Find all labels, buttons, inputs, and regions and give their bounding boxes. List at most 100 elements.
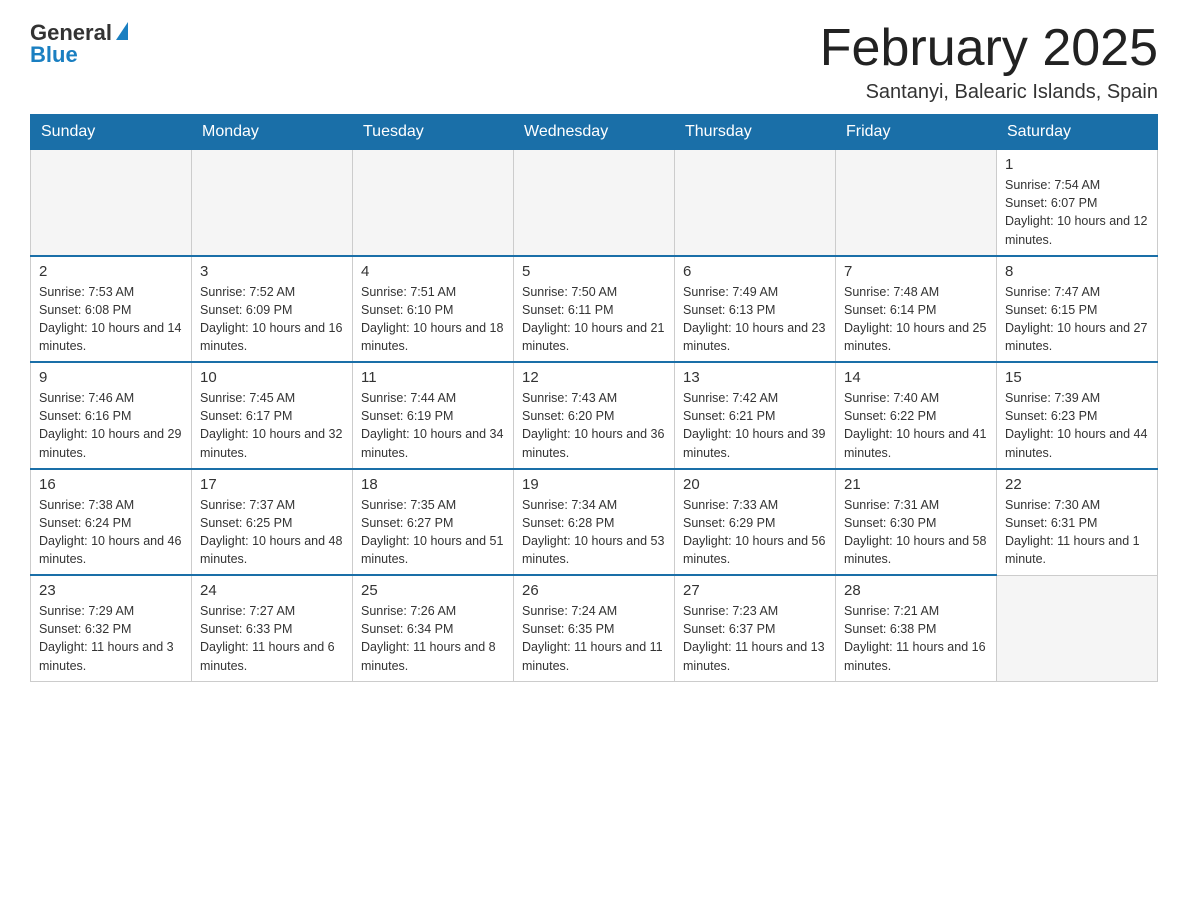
calendar-cell: 24 Sunrise: 7:27 AMSunset: 6:33 PMDayligh…	[192, 575, 353, 681]
day-info: Sunrise: 7:52 AMSunset: 6:09 PMDaylight:…	[200, 283, 344, 356]
day-number: 28	[844, 582, 988, 599]
day-number: 13	[683, 369, 827, 386]
calendar-cell: 3 Sunrise: 7:52 AMSunset: 6:09 PMDaylight…	[192, 256, 353, 363]
day-number: 11	[361, 369, 505, 386]
day-info: Sunrise: 7:50 AMSunset: 6:11 PMDaylight:…	[522, 283, 666, 356]
calendar-cell: 11 Sunrise: 7:44 AMSunset: 6:19 PMDayligh…	[353, 362, 514, 469]
calendar-cell: 14 Sunrise: 7:40 AMSunset: 6:22 PMDayligh…	[836, 362, 997, 469]
day-info: Sunrise: 7:35 AMSunset: 6:27 PMDaylight:…	[361, 496, 505, 569]
day-info: Sunrise: 7:26 AMSunset: 6:34 PMDaylight:…	[361, 602, 505, 675]
calendar-cell: 17Sunrise: 7:37 AMSunset: 6:25 PMDayligh…	[192, 469, 353, 576]
calendar-cell: 13 Sunrise: 7:42 AMSunset: 6:21 PMDayligh…	[675, 362, 836, 469]
calendar-header-tuesday: Tuesday	[353, 115, 514, 150]
calendar-cell: 1Sunrise: 7:54 AMSunset: 6:07 PMDaylight…	[997, 150, 1158, 256]
day-info: Sunrise: 7:47 AMSunset: 6:15 PMDaylight:…	[1005, 283, 1149, 356]
day-number: 5	[522, 263, 666, 280]
day-info: Sunrise: 7:30 AMSunset: 6:31 PMDaylight:…	[1005, 496, 1149, 569]
logo-arrow-icon	[116, 22, 128, 40]
calendar-cell: 5 Sunrise: 7:50 AMSunset: 6:11 PMDaylight…	[514, 256, 675, 363]
location-subtitle: Santanyi, Balearic Islands, Spain	[820, 81, 1158, 104]
day-info: Sunrise: 7:40 AMSunset: 6:22 PMDaylight:…	[844, 389, 988, 462]
calendar-table: SundayMondayTuesdayWednesdayThursdayFrid…	[30, 114, 1158, 682]
day-info: Sunrise: 7:51 AMSunset: 6:10 PMDaylight:…	[361, 283, 505, 356]
day-number: 21	[844, 476, 988, 493]
day-info: Sunrise: 7:23 AMSunset: 6:37 PMDaylight:…	[683, 602, 827, 675]
day-info: Sunrise: 7:38 AMSunset: 6:24 PMDaylight:…	[39, 496, 183, 569]
day-number: 2	[39, 263, 183, 280]
calendar-cell: 27Sunrise: 7:23 AMSunset: 6:37 PMDayligh…	[675, 575, 836, 681]
calendar-cell	[192, 150, 353, 256]
calendar-cell	[514, 150, 675, 256]
day-number: 7	[844, 263, 988, 280]
day-number: 12	[522, 369, 666, 386]
day-info: Sunrise: 7:39 AMSunset: 6:23 PMDaylight:…	[1005, 389, 1149, 462]
day-info: Sunrise: 7:31 AMSunset: 6:30 PMDaylight:…	[844, 496, 988, 569]
day-info: Sunrise: 7:21 AMSunset: 6:38 PMDaylight:…	[844, 602, 988, 675]
calendar-week-row: 1Sunrise: 7:54 AMSunset: 6:07 PMDaylight…	[31, 150, 1158, 256]
calendar-cell: 9 Sunrise: 7:46 AMSunset: 6:16 PMDaylight…	[31, 362, 192, 469]
calendar-cell: 8 Sunrise: 7:47 AMSunset: 6:15 PMDaylight…	[997, 256, 1158, 363]
page-header: General Blue February 2025 Santanyi, Bal…	[30, 20, 1158, 104]
day-info: Sunrise: 7:49 AMSunset: 6:13 PMDaylight:…	[683, 283, 827, 356]
day-info: Sunrise: 7:24 AMSunset: 6:35 PMDaylight:…	[522, 602, 666, 675]
logo-text-blue: Blue	[30, 42, 78, 68]
calendar-cell: 21 Sunrise: 7:31 AMSunset: 6:30 PMDayligh…	[836, 469, 997, 576]
day-number: 24	[200, 582, 344, 599]
calendar-cell: 16 Sunrise: 7:38 AMSunset: 6:24 PMDayligh…	[31, 469, 192, 576]
calendar-cell: 6 Sunrise: 7:49 AMSunset: 6:13 PMDaylight…	[675, 256, 836, 363]
day-number: 9	[39, 369, 183, 386]
calendar-cell: 22 Sunrise: 7:30 AMSunset: 6:31 PMDayligh…	[997, 469, 1158, 576]
calendar-cell: 26 Sunrise: 7:24 AMSunset: 6:35 PMDayligh…	[514, 575, 675, 681]
day-info: Sunrise: 7:48 AMSunset: 6:14 PMDaylight:…	[844, 283, 988, 356]
calendar-cell: 18Sunrise: 7:35 AMSunset: 6:27 PMDayligh…	[353, 469, 514, 576]
day-info: Sunrise: 7:29 AMSunset: 6:32 PMDaylight:…	[39, 602, 183, 675]
calendar-cell	[31, 150, 192, 256]
day-number: 15	[1005, 369, 1149, 386]
day-number: 26	[522, 582, 666, 599]
calendar-cell: 15 Sunrise: 7:39 AMSunset: 6:23 PMDayligh…	[997, 362, 1158, 469]
day-info: Sunrise: 7:34 AMSunset: 6:28 PMDaylight:…	[522, 496, 666, 569]
day-number: 3	[200, 263, 344, 280]
month-title: February 2025	[820, 20, 1158, 77]
calendar-cell: 25 Sunrise: 7:26 AMSunset: 6:34 PMDayligh…	[353, 575, 514, 681]
logo: General Blue	[30, 20, 128, 68]
day-number: 8	[1005, 263, 1149, 280]
day-number: 25	[361, 582, 505, 599]
calendar-header-saturday: Saturday	[997, 115, 1158, 150]
day-info: Sunrise: 7:27 AMSunset: 6:33 PMDaylight:…	[200, 602, 344, 675]
calendar-cell: 20Sunrise: 7:33 AMSunset: 6:29 PMDayligh…	[675, 469, 836, 576]
calendar-week-row: 2 Sunrise: 7:53 AMSunset: 6:08 PMDaylight…	[31, 256, 1158, 363]
calendar-cell	[836, 150, 997, 256]
day-info: Sunrise: 7:44 AMSunset: 6:19 PMDaylight:…	[361, 389, 505, 462]
title-area: February 2025 Santanyi, Balearic Islands…	[820, 20, 1158, 104]
calendar-cell: 23Sunrise: 7:29 AMSunset: 6:32 PMDayligh…	[31, 575, 192, 681]
calendar-week-row: 23Sunrise: 7:29 AMSunset: 6:32 PMDayligh…	[31, 575, 1158, 681]
day-info: Sunrise: 7:46 AMSunset: 6:16 PMDaylight:…	[39, 389, 183, 462]
day-info: Sunrise: 7:45 AMSunset: 6:17 PMDaylight:…	[200, 389, 344, 462]
day-number: 14	[844, 369, 988, 386]
day-info: Sunrise: 7:43 AMSunset: 6:20 PMDaylight:…	[522, 389, 666, 462]
calendar-cell: 19 Sunrise: 7:34 AMSunset: 6:28 PMDayligh…	[514, 469, 675, 576]
day-info: Sunrise: 7:42 AMSunset: 6:21 PMDaylight:…	[683, 389, 827, 462]
day-number: 4	[361, 263, 505, 280]
day-info: Sunrise: 7:54 AMSunset: 6:07 PMDaylight:…	[1005, 176, 1149, 249]
calendar-header-thursday: Thursday	[675, 115, 836, 150]
calendar-cell: 28 Sunrise: 7:21 AMSunset: 6:38 PMDayligh…	[836, 575, 997, 681]
calendar-header-wednesday: Wednesday	[514, 115, 675, 150]
calendar-cell: 12 Sunrise: 7:43 AMSunset: 6:20 PMDayligh…	[514, 362, 675, 469]
day-number: 19	[522, 476, 666, 493]
calendar-cell	[997, 575, 1158, 681]
calendar-cell: 4 Sunrise: 7:51 AMSunset: 6:10 PMDaylight…	[353, 256, 514, 363]
day-number: 20	[683, 476, 827, 493]
day-number: 16	[39, 476, 183, 493]
calendar-cell: 2 Sunrise: 7:53 AMSunset: 6:08 PMDaylight…	[31, 256, 192, 363]
day-number: 6	[683, 263, 827, 280]
day-number: 22	[1005, 476, 1149, 493]
day-info: Sunrise: 7:53 AMSunset: 6:08 PMDaylight:…	[39, 283, 183, 356]
calendar-cell	[353, 150, 514, 256]
calendar-week-row: 9 Sunrise: 7:46 AMSunset: 6:16 PMDaylight…	[31, 362, 1158, 469]
calendar-header-sunday: Sunday	[31, 115, 192, 150]
calendar-header-row: SundayMondayTuesdayWednesdayThursdayFrid…	[31, 115, 1158, 150]
day-number: 10	[200, 369, 344, 386]
calendar-cell	[675, 150, 836, 256]
